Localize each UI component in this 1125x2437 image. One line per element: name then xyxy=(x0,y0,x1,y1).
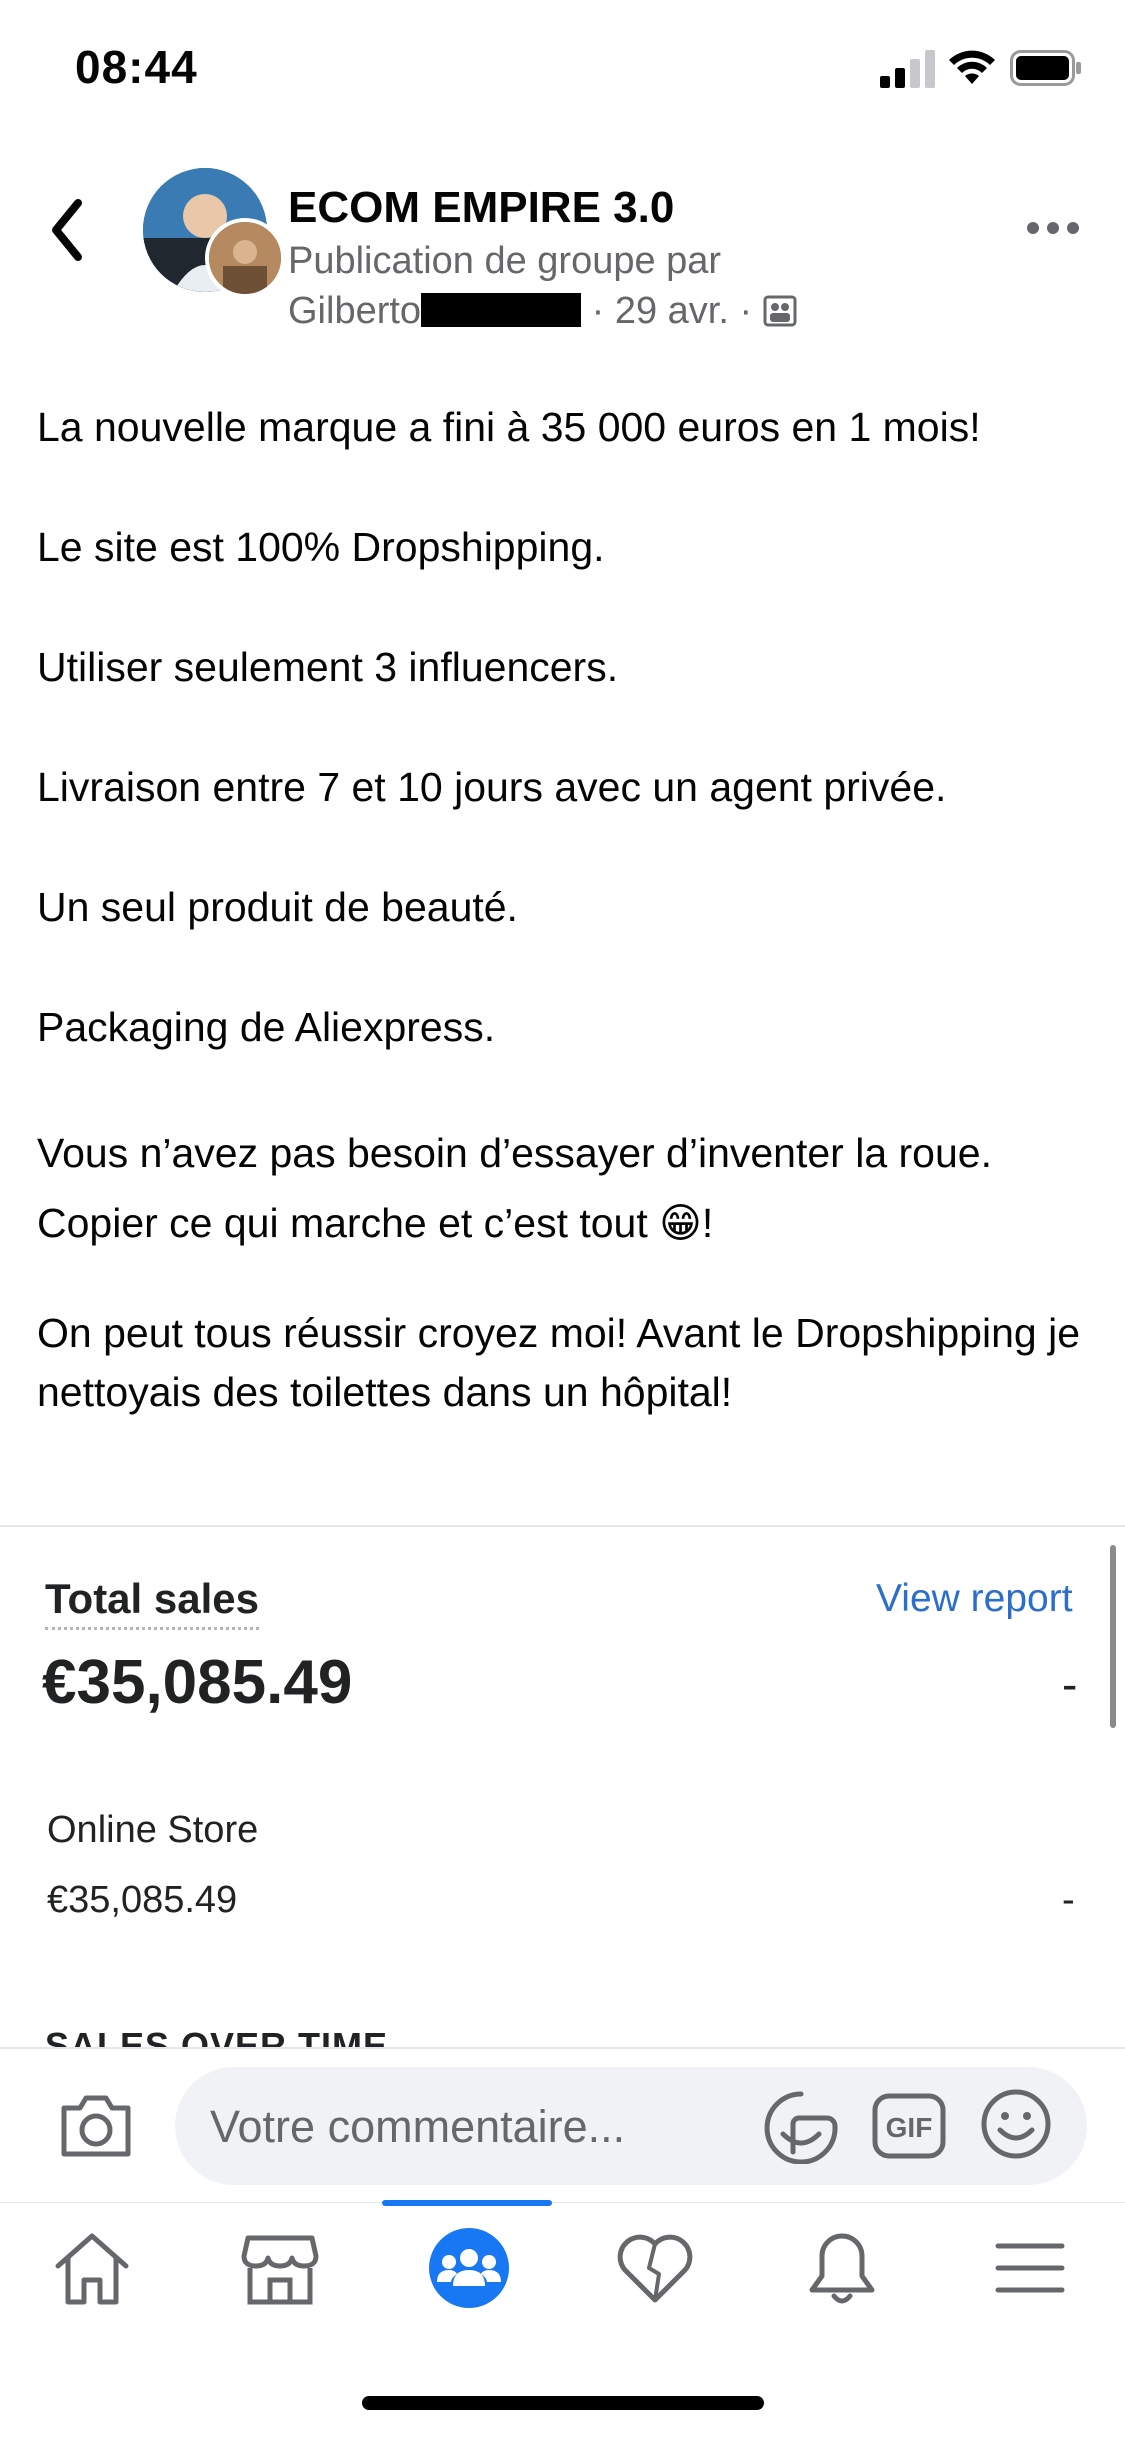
group-name[interactable]: ECOM EMPIRE 3.0 xyxy=(288,183,674,233)
marketplace-icon[interactable] xyxy=(240,2228,320,2308)
camera-icon[interactable] xyxy=(58,2090,134,2160)
sticker-icon[interactable] xyxy=(763,2090,839,2164)
cellular-signal-icon xyxy=(880,50,935,88)
post-subtitle: Publication de groupe par xyxy=(288,240,722,282)
total-sales-label: Total sales xyxy=(45,1575,259,1630)
author-avatar[interactable] xyxy=(205,218,285,298)
active-tab-indicator xyxy=(382,2200,552,2206)
post-paragraph: Utiliser seulement 3 influencers. xyxy=(37,644,619,690)
group-privacy-icon xyxy=(763,295,797,327)
emoji-icon[interactable] xyxy=(980,2088,1052,2160)
post-paragraph: Un seul produit de beauté. xyxy=(37,884,518,930)
online-store-value: €35,085.49 xyxy=(47,1879,238,1921)
comment-placeholder: Votre commentaire... xyxy=(210,2101,626,2152)
post-paragraph: On peut tous réussir croyez moi! Avant l… xyxy=(37,1310,1080,1415)
wifi-icon xyxy=(949,50,995,84)
post-paragraph: Packaging de Aliexpress. xyxy=(37,1004,496,1050)
view-report-link: View report xyxy=(876,1577,1073,1620)
battery-icon xyxy=(1010,50,1081,86)
total-sales-change: - xyxy=(1062,1658,1078,1710)
post-paragraph: Vous n’avez pas besoin d’essayer d’inven… xyxy=(37,1130,992,1246)
post-paragraph: Le site est 100% Dropshipping. xyxy=(37,524,605,570)
online-store-change: - xyxy=(1062,1879,1075,1921)
redaction-bar xyxy=(421,293,582,327)
total-sales-value: €35,085.49 xyxy=(42,1648,353,1717)
author-name[interactable]: Gilberto xyxy=(288,290,421,332)
post-paragraph: La nouvelle marque a fini à 35 000 euros… xyxy=(37,404,981,450)
more-options-icon[interactable] xyxy=(1025,220,1081,236)
online-store-label: Online Store xyxy=(47,1809,259,1851)
svg-text:GIF: GIF xyxy=(886,2112,933,2143)
back-arrow-icon[interactable] xyxy=(44,195,94,265)
home-icon[interactable] xyxy=(52,2228,132,2308)
post-date[interactable]: · 29 avr. · xyxy=(592,290,753,332)
gif-icon[interactable]: GIF xyxy=(872,2093,946,2159)
groups-icon[interactable] xyxy=(427,2226,511,2310)
post-paragraph: Livraison entre 7 et 10 jours avec un ag… xyxy=(37,764,947,810)
post-meta: Gilberto · 29 avr. · xyxy=(288,290,797,333)
menu-icon[interactable] xyxy=(990,2228,1070,2308)
sales-over-time-heading: SALES OVER TIME xyxy=(45,2025,389,2047)
home-indicator[interactable] xyxy=(362,2396,764,2410)
post-body: La nouvelle marque a fini à 35 000 euros… xyxy=(37,398,1097,1483)
scrollbar[interactable] xyxy=(1110,1545,1116,1728)
dating-icon[interactable] xyxy=(615,2228,695,2308)
author-avatar-image xyxy=(209,222,281,294)
notifications-icon[interactable] xyxy=(802,2228,882,2308)
status-time: 08:44 xyxy=(75,41,198,93)
post-image-sales-report[interactable]: Total sales View report €35,085.49 - Onl… xyxy=(0,1527,1125,2047)
